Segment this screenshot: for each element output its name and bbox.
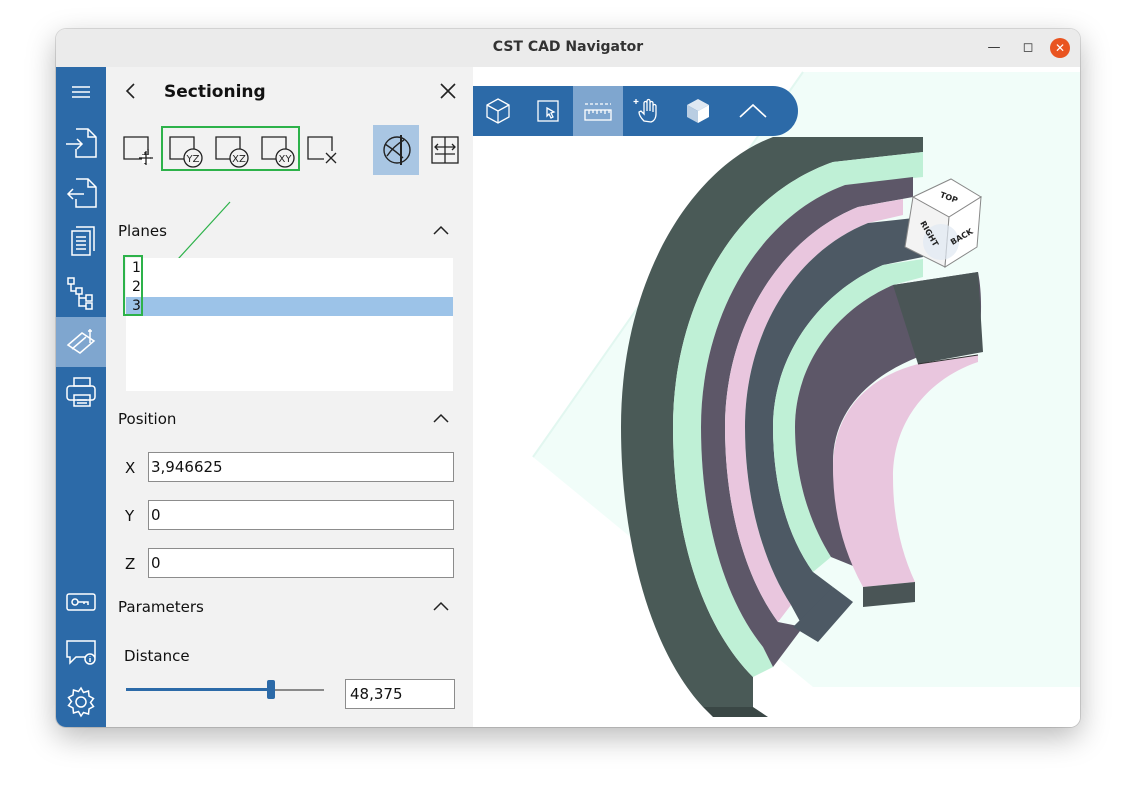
x-label: X xyxy=(125,459,136,477)
delete-plane-button[interactable] xyxy=(304,131,344,171)
chevron-up-icon[interactable] xyxy=(431,223,451,237)
planes-list[interactable]: 1 2 3 xyxy=(126,258,453,391)
planes-highlight xyxy=(123,255,143,316)
tree-icon xyxy=(67,277,93,310)
position-header: Position xyxy=(118,410,177,428)
z-label: Z xyxy=(125,555,136,573)
wire-cube-icon xyxy=(486,98,510,124)
ruler-icon xyxy=(584,103,612,121)
close-window-button[interactable]: ✕ xyxy=(1050,38,1070,58)
y-label: Y xyxy=(125,507,135,525)
export-button[interactable] xyxy=(56,167,106,217)
chat-info-icon xyxy=(66,640,96,665)
model-viewport[interactable]: TOP RIGHT BACK xyxy=(473,67,1080,727)
select-button[interactable] xyxy=(523,86,573,136)
document-button[interactable] xyxy=(56,217,106,267)
hamburger-icon xyxy=(72,86,90,98)
pan-button[interactable] xyxy=(623,86,673,136)
flip-section-button[interactable] xyxy=(426,131,466,171)
chevron-up-icon[interactable] xyxy=(431,411,451,425)
z-field[interactable]: 0 xyxy=(148,548,454,578)
section-view-icon xyxy=(383,135,411,165)
import-button[interactable] xyxy=(56,117,106,167)
delete-plane-icon xyxy=(307,136,338,165)
planes-header: Planes xyxy=(118,222,167,240)
plane-item[interactable]: 2 xyxy=(126,278,453,297)
export-icon xyxy=(66,178,97,208)
panel-title: Sectioning xyxy=(164,82,266,102)
toggle-section-button[interactable] xyxy=(373,125,419,175)
shaded-view-button[interactable] xyxy=(673,86,723,136)
chevron-up-icon[interactable] xyxy=(431,599,451,613)
x-field[interactable]: 3,946625 xyxy=(148,452,454,482)
viewport-toolbar xyxy=(473,86,798,136)
maximize-button[interactable]: ◻ xyxy=(1018,38,1038,58)
license-button[interactable] xyxy=(56,577,106,627)
window-title: CST CAD Navigator xyxy=(492,39,644,55)
distance-field[interactable]: 48,375 xyxy=(345,679,455,709)
solid-cube-icon xyxy=(687,99,709,123)
title-bar: CST CAD Navigator — ◻ ✕ xyxy=(56,29,1080,68)
add-plane-button[interactable] xyxy=(120,131,160,171)
plane-item[interactable]: 1 xyxy=(126,259,453,278)
nav-rail xyxy=(56,67,106,727)
distance-slider[interactable] xyxy=(126,680,324,699)
cad-model: TOP RIGHT BACK xyxy=(532,71,1080,717)
flip-arrows-icon xyxy=(431,136,459,164)
slider-thumb[interactable] xyxy=(266,680,275,699)
chevron-up-icon xyxy=(739,103,767,118)
plane-buttons-highlight xyxy=(161,126,300,171)
plane-item-selected[interactable]: 3 xyxy=(126,297,453,316)
view-cube-button[interactable] xyxy=(473,86,523,136)
printer-icon xyxy=(66,377,96,407)
print-button[interactable] xyxy=(56,367,106,417)
back-arrow-icon[interactable] xyxy=(122,81,140,101)
select-icon xyxy=(537,100,559,122)
sectioning-icon xyxy=(66,329,96,354)
import-icon xyxy=(66,128,97,158)
feedback-button[interactable] xyxy=(56,627,106,677)
hand-icon xyxy=(633,98,657,123)
parameters-header: Parameters xyxy=(118,598,204,616)
measure-button[interactable] xyxy=(573,86,623,136)
y-field[interactable]: 0 xyxy=(148,500,454,530)
gear-icon xyxy=(67,686,95,718)
sectioning-button[interactable] xyxy=(56,317,106,367)
collapse-toolbar-button[interactable] xyxy=(728,86,778,136)
sectioning-panel: Sectioning YZ XZ XY Planes 1 2 3 Positio… xyxy=(106,67,473,727)
settings-button[interactable] xyxy=(56,677,106,727)
slider-fill xyxy=(126,688,271,691)
close-panel-icon[interactable] xyxy=(438,81,458,101)
tree-button[interactable] xyxy=(56,267,106,317)
document-icon xyxy=(71,226,95,256)
distance-label: Distance xyxy=(124,647,190,665)
key-icon xyxy=(66,593,96,611)
minimize-button[interactable]: — xyxy=(984,38,1004,58)
menu-button[interactable] xyxy=(56,67,106,117)
add-plane-icon xyxy=(123,136,153,165)
app-window: CST CAD Navigator — ◻ ✕ Sectioning YZ XZ… xyxy=(56,29,1080,727)
